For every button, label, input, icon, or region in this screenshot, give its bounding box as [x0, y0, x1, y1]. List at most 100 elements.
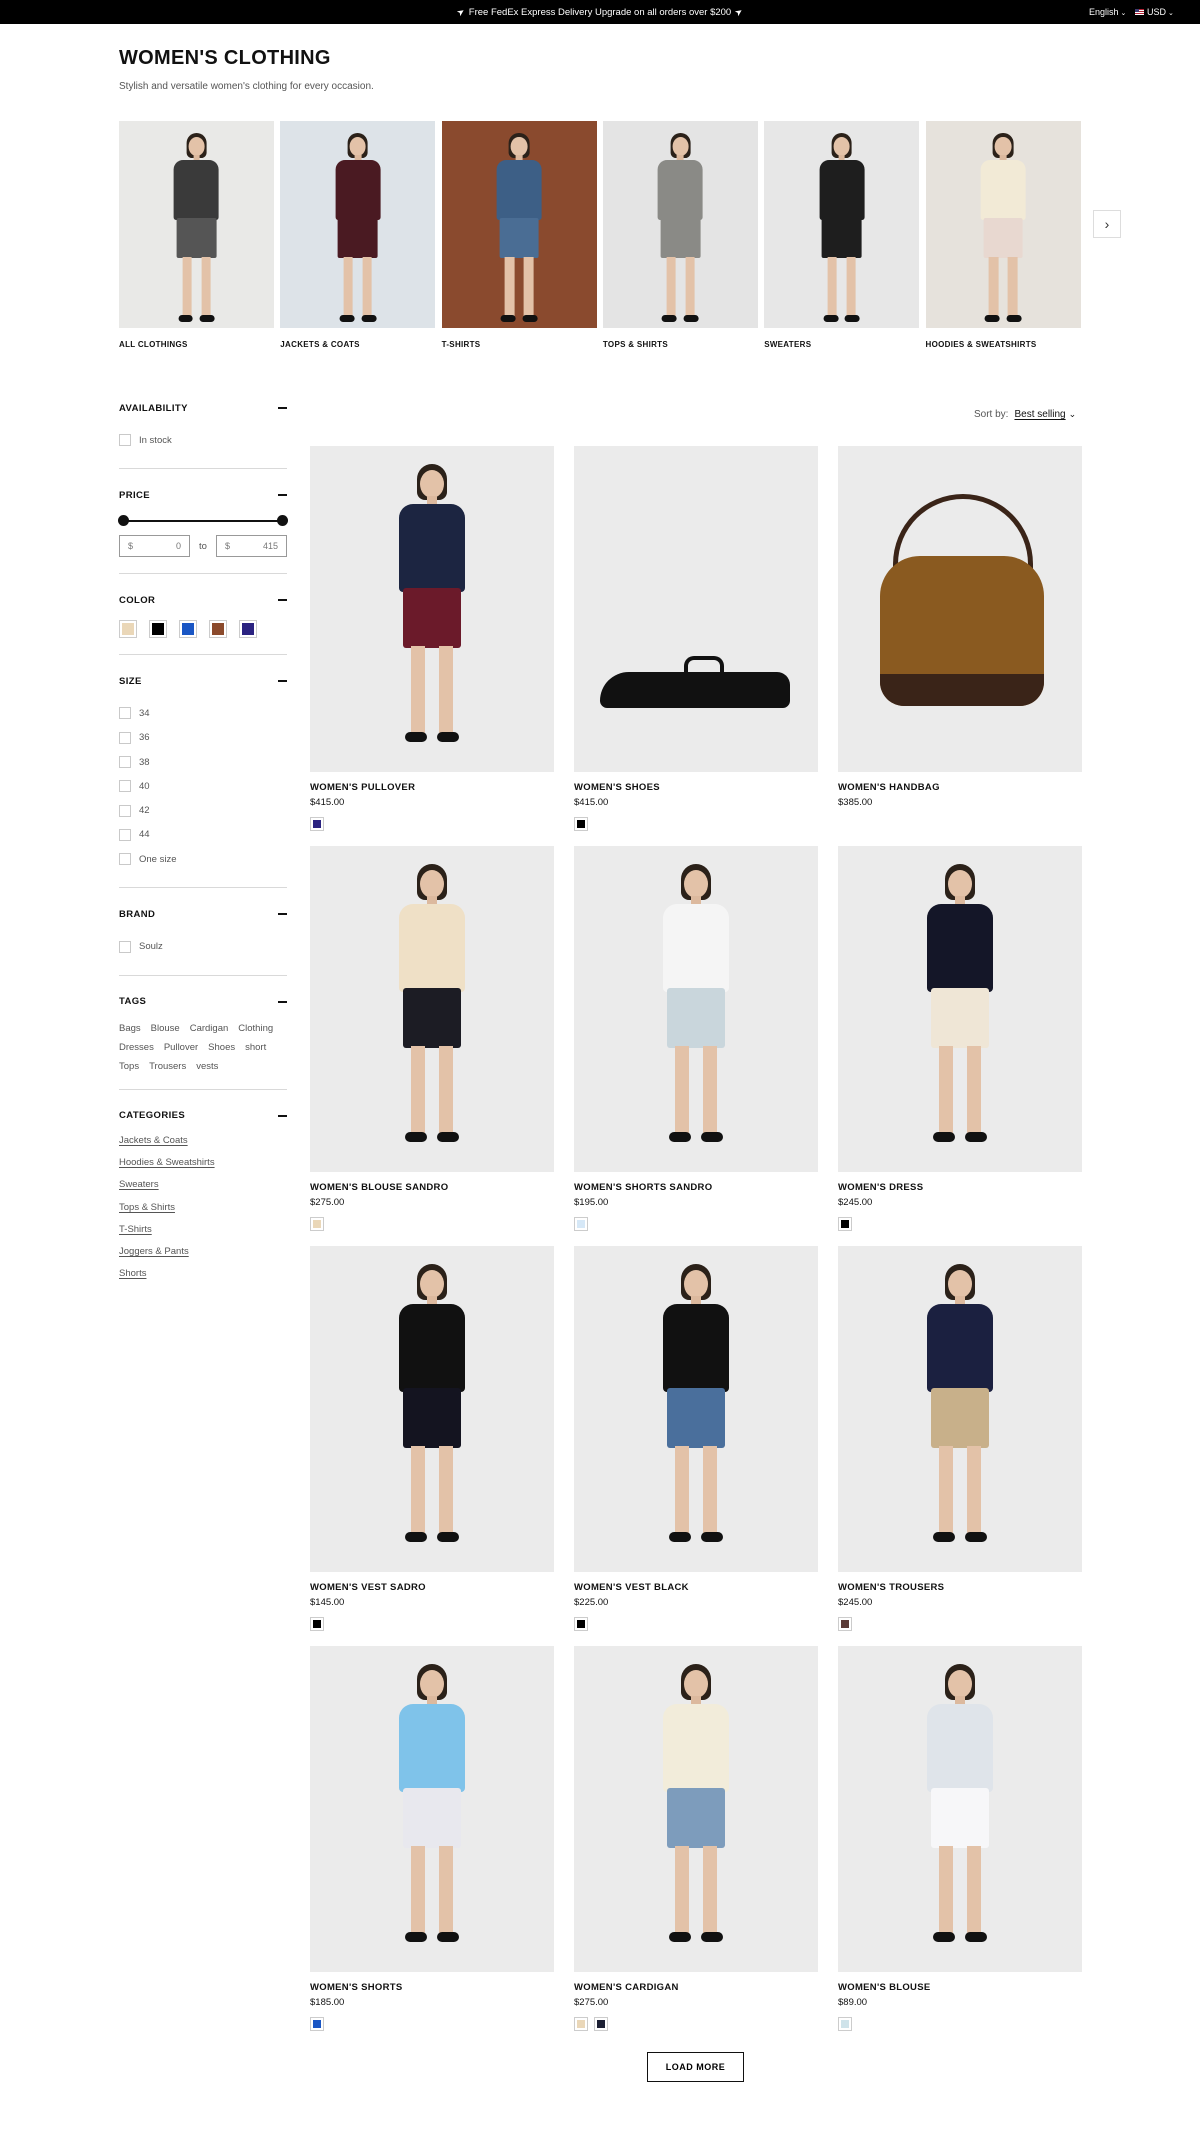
tag-link[interactable]: Trousers: [149, 1060, 186, 1073]
category-image[interactable]: [602, 121, 758, 328]
product-image[interactable]: [574, 846, 818, 1172]
product-color-swatch[interactable]: [838, 1617, 852, 1631]
category-image[interactable]: [925, 121, 1081, 328]
tag-link[interactable]: Tops: [119, 1060, 139, 1073]
checkbox[interactable]: [119, 780, 131, 793]
sort-selector[interactable]: Sort by: Best selling ⌄: [974, 409, 1076, 420]
checkbox[interactable]: [119, 731, 131, 744]
color-swatch[interactable]: [179, 620, 197, 639]
product-color-swatch[interactable]: [574, 1617, 588, 1631]
size-option[interactable]: One size: [119, 847, 287, 871]
product-card[interactable]: WOMEN'S TROUSERS $245.00: [838, 1246, 1082, 1631]
product-color-swatch[interactable]: [310, 1217, 324, 1231]
tag-link[interactable]: Blouse: [151, 1022, 180, 1035]
product-card[interactable]: WOMEN'S BLOUSE $89.00: [838, 1646, 1082, 2031]
size-option[interactable]: 38: [119, 750, 287, 774]
product-name[interactable]: WOMEN'S SHOES: [574, 782, 818, 793]
checkbox[interactable]: [119, 434, 131, 447]
product-image[interactable]: [310, 1646, 554, 1972]
product-color-swatch[interactable]: [574, 2017, 588, 2031]
product-image[interactable]: [574, 1246, 818, 1572]
price-max-input[interactable]: $415: [216, 535, 287, 558]
category-link[interactable]: T-Shirts: [119, 1219, 287, 1241]
product-card[interactable]: WOMEN'S SHOES $415.00: [574, 446, 818, 831]
color-swatch[interactable]: [209, 620, 227, 639]
checkbox[interactable]: [119, 707, 131, 720]
product-card[interactable]: WOMEN'S VEST BLACK $225.00: [574, 1246, 818, 1631]
tag-link[interactable]: short: [245, 1041, 266, 1054]
product-name[interactable]: WOMEN'S TROUSERS: [838, 1582, 1082, 1593]
product-name[interactable]: WOMEN'S BLOUSE SANDRO: [310, 1182, 554, 1193]
tag-link[interactable]: Pullover: [164, 1041, 198, 1054]
product-image[interactable]: [838, 1646, 1082, 1972]
product-color-swatch[interactable]: [838, 2017, 852, 2031]
filter-header[interactable]: COLOR: [119, 592, 287, 608]
product-name[interactable]: WOMEN'S SHORTS SANDRO: [574, 1182, 818, 1193]
product-name[interactable]: WOMEN'S VEST SADRO: [310, 1582, 554, 1593]
filter-header[interactable]: PRICE: [119, 487, 287, 503]
color-swatch[interactable]: [119, 620, 137, 639]
product-card[interactable]: WOMEN'S HANDBAG $385.00: [838, 446, 1082, 808]
category-link[interactable]: Shorts: [119, 1263, 287, 1285]
load-more-button[interactable]: LOAD MORE: [647, 2052, 744, 2082]
category-image[interactable]: [119, 121, 274, 328]
carousel-next-button[interactable]: ›: [1093, 210, 1121, 238]
price-slider-min-handle[interactable]: [118, 515, 129, 527]
availability-option[interactable]: In stock: [119, 428, 287, 452]
product-image[interactable]: [310, 446, 554, 772]
language-selector[interactable]: English ⌄: [1089, 0, 1126, 26]
tag-link[interactable]: vests: [196, 1060, 218, 1073]
product-card[interactable]: WOMEN'S BLOUSE SANDRO $275.00: [310, 846, 554, 1231]
tag-link[interactable]: Shoes: [208, 1041, 235, 1054]
category-image[interactable]: [280, 121, 436, 328]
checkbox[interactable]: [119, 756, 131, 769]
checkbox[interactable]: [119, 940, 131, 953]
product-card[interactable]: WOMEN'S SHORTS SANDRO $195.00: [574, 846, 818, 1231]
category-card[interactable]: SWEATERS: [764, 121, 920, 349]
tag-link[interactable]: Cardigan: [190, 1022, 229, 1035]
product-color-swatch[interactable]: [574, 1217, 588, 1231]
tag-link[interactable]: Bags: [119, 1022, 141, 1035]
product-image[interactable]: [310, 846, 554, 1172]
checkbox[interactable]: [119, 804, 131, 817]
category-link[interactable]: Tops & Shirts: [119, 1197, 287, 1219]
product-image[interactable]: [838, 446, 1082, 772]
product-image[interactable]: [574, 1646, 818, 1972]
filter-header[interactable]: AVAILABILITY: [119, 400, 287, 416]
category-card[interactable]: T-SHIRTS: [441, 121, 597, 349]
filter-header[interactable]: TAGS: [119, 994, 287, 1010]
category-card[interactable]: TOPS & SHIRTS: [602, 121, 758, 349]
size-option[interactable]: 34: [119, 701, 287, 725]
category-image[interactable]: [764, 121, 920, 328]
filter-header[interactable]: CATEGORIES: [119, 1108, 287, 1124]
size-option[interactable]: 42: [119, 798, 287, 822]
product-color-swatch[interactable]: [838, 1217, 852, 1231]
product-card[interactable]: WOMEN'S DRESS $245.00: [838, 846, 1082, 1231]
product-name[interactable]: WOMEN'S SHORTS: [310, 1982, 554, 1993]
product-color-swatch[interactable]: [574, 817, 588, 831]
product-color-swatch[interactable]: [310, 817, 324, 831]
size-option[interactable]: 40: [119, 774, 287, 798]
category-card[interactable]: ALL CLOTHINGS: [119, 121, 274, 349]
category-link[interactable]: Sweaters: [119, 1174, 287, 1196]
product-name[interactable]: WOMEN'S VEST BLACK: [574, 1582, 818, 1593]
price-slider[interactable]: [118, 515, 288, 527]
product-color-swatch[interactable]: [594, 2017, 608, 2031]
product-color-swatch[interactable]: [310, 1617, 324, 1631]
product-name[interactable]: WOMEN'S DRESS: [838, 1182, 1082, 1193]
product-image[interactable]: [310, 1246, 554, 1572]
size-option[interactable]: 44: [119, 823, 287, 847]
product-color-swatch[interactable]: [310, 2017, 324, 2031]
color-swatch[interactable]: [239, 620, 257, 639]
checkbox[interactable]: [119, 853, 131, 866]
category-link[interactable]: Joggers & Pants: [119, 1241, 287, 1263]
color-swatch[interactable]: [149, 620, 167, 639]
size-option[interactable]: 36: [119, 726, 287, 750]
tag-link[interactable]: Clothing: [238, 1022, 273, 1035]
product-image[interactable]: [838, 846, 1082, 1172]
product-card[interactable]: WOMEN'S VEST SADRO $145.00: [310, 1246, 554, 1631]
product-image[interactable]: [838, 1246, 1082, 1572]
filter-header[interactable]: BRAND: [119, 906, 287, 922]
category-link[interactable]: Hoodies & Sweatshirts: [119, 1152, 287, 1174]
filter-header[interactable]: SIZE: [119, 673, 287, 689]
